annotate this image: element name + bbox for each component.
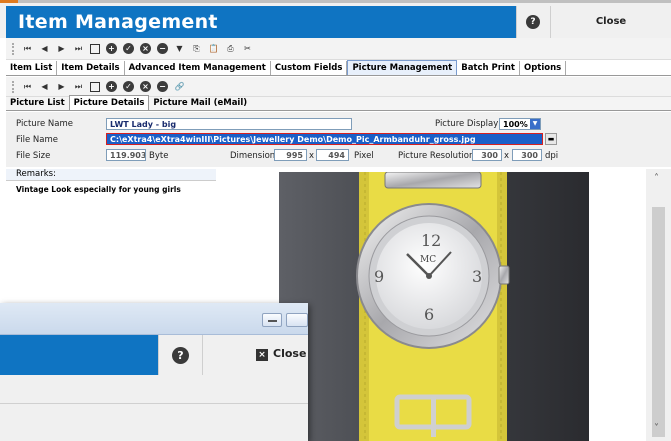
close-icon: × <box>256 349 268 361</box>
scroll-down-icon[interactable]: ˅ <box>654 423 659 434</box>
file-name-field[interactable]: C:\eXtra4\eXtra4winIII\Pictures\Jeweller… <box>106 133 543 145</box>
next-record-icon[interactable]: ▶ <box>56 81 67 92</box>
close-button[interactable]: Close <box>550 6 671 38</box>
window-title: Item Management <box>18 11 218 33</box>
add-icon[interactable]: + <box>106 43 117 54</box>
vertical-scrollbar[interactable]: ˄ ˅ <box>646 169 671 441</box>
first-record-icon[interactable]: ⏮ <box>22 81 33 92</box>
file-size-field: 119.903 <box>106 149 146 161</box>
help-button[interactable]: ? <box>516 6 550 38</box>
cancel-icon[interactable]: × <box>140 81 151 92</box>
resolution-x-field: 300 <box>472 149 502 161</box>
next-record-icon[interactable]: ▶ <box>56 43 67 54</box>
link-icon[interactable]: 🔗 <box>174 81 185 92</box>
picture-tabs: Picture List Picture Details Picture Mai… <box>6 95 671 111</box>
last-record-icon[interactable]: ⏭ <box>73 43 84 54</box>
tab-options[interactable]: Options <box>520 61 567 75</box>
dimension-unit: Pixel <box>354 151 374 161</box>
picture-display-label: Picture Display <box>435 119 499 129</box>
dimension-height-field: 494 <box>316 149 349 161</box>
svg-text:9: 9 <box>374 267 384 286</box>
tab-picture-list[interactable]: Picture List <box>6 96 69 110</box>
svg-text:MC: MC <box>420 255 436 265</box>
secondary-window: ? × Close <box>0 303 308 441</box>
scroll-up-icon[interactable]: ˄ <box>654 173 659 184</box>
confirm-icon[interactable]: ✓ <box>123 81 134 92</box>
picture-toolbar: ⏮ ◀ ▶ ⏭ + ✓ × − 🔗 <box>6 77 671 97</box>
delete-icon[interactable]: − <box>157 81 168 92</box>
prev-record-icon[interactable]: ◀ <box>39 81 50 92</box>
file-name-label: File Name <box>16 135 59 145</box>
secondary-close-label: Close <box>273 347 307 360</box>
dimension-label: Dimension <box>230 151 276 161</box>
secondary-help-button[interactable]: ? <box>158 335 202 375</box>
tab-picture-details[interactable]: Picture Details <box>68 95 150 110</box>
help-icon: ? <box>172 347 189 364</box>
grip-icon <box>12 80 16 93</box>
svg-text:6: 6 <box>424 305 434 324</box>
cancel-icon[interactable]: × <box>140 43 151 54</box>
main-toolbar: ⏮ ◀ ▶ ⏭ + ✓ × − ▼ ⎘ 📋 ⎙ ✂ <box>6 38 671 60</box>
tab-picture-mail[interactable]: Picture Mail (eMail) <box>149 96 251 110</box>
scroll-thumb[interactable] <box>652 207 665 437</box>
svg-text:12: 12 <box>421 231 441 250</box>
divider <box>0 403 308 404</box>
svg-text:3: 3 <box>472 267 482 286</box>
tab-item-details[interactable]: Item Details <box>57 61 125 75</box>
resolution-label: Picture Resolution <box>398 151 475 161</box>
accent-bar <box>0 0 18 3</box>
delete-icon[interactable]: − <box>157 43 168 54</box>
dimension-width-field: 995 <box>274 149 307 161</box>
file-size-label: File Size <box>16 151 51 161</box>
secondary-close-button[interactable]: × Close <box>202 335 308 375</box>
picture-display-select[interactable]: 100% ▼ <box>499 118 541 130</box>
tab-picture-management[interactable]: Picture Management <box>347 60 458 75</box>
stop-icon[interactable] <box>90 81 100 92</box>
print-icon[interactable]: ⎙ <box>225 43 236 54</box>
tab-item-list[interactable]: Item List <box>6 61 58 75</box>
chevron-down-icon[interactable]: ▼ <box>530 119 540 129</box>
first-record-icon[interactable]: ⏮ <box>22 43 33 54</box>
tab-advanced-item-management[interactable]: Advanced Item Management <box>125 61 271 75</box>
resolution-x: x <box>504 151 510 161</box>
picture-name-label: Picture Name <box>16 119 74 129</box>
paste-icon[interactable]: 📋 <box>208 43 219 54</box>
watch-photo: 12 9 3 6 MC <box>279 172 589 441</box>
last-record-icon[interactable]: ⏭ <box>73 81 84 92</box>
title-bar: Item Management ? Close <box>0 0 671 38</box>
filter-icon[interactable]: ▼ <box>174 43 185 54</box>
secondary-window-frame <box>0 303 308 335</box>
resolution-unit: dpi <box>545 151 559 161</box>
maximize-icon[interactable] <box>286 313 308 327</box>
confirm-icon[interactable]: ✓ <box>123 43 134 54</box>
main-tabs: Item List Item Details Advanced Item Man… <box>6 60 671 76</box>
resolution-y-field: 300 <box>512 149 542 161</box>
copy-icon[interactable]: ⎘ <box>191 43 202 54</box>
add-icon[interactable]: + <box>106 81 117 92</box>
watch-image: 12 9 3 6 MC <box>279 172 589 441</box>
folder-open-icon[interactable]: ▬ <box>545 133 557 145</box>
dimension-x: x <box>309 151 315 161</box>
tab-custom-fields[interactable]: Custom Fields <box>271 61 348 75</box>
file-size-unit: Byte <box>149 151 169 161</box>
remarks-label: Remarks: <box>6 169 216 181</box>
picture-name-field[interactable]: LWT Lady - big <box>106 118 352 130</box>
minimize-icon[interactable] <box>262 313 282 327</box>
picture-form: Picture Name LWT Lady - big Picture Disp… <box>6 112 671 167</box>
help-icon: ? <box>526 15 540 29</box>
picture-display-value: 100% <box>503 120 528 129</box>
prev-record-icon[interactable]: ◀ <box>39 43 50 54</box>
tools-icon[interactable]: ✂ <box>242 43 253 54</box>
tab-batch-print[interactable]: Batch Print <box>457 61 520 75</box>
stop-icon[interactable] <box>90 43 100 54</box>
grip-icon <box>12 42 16 55</box>
